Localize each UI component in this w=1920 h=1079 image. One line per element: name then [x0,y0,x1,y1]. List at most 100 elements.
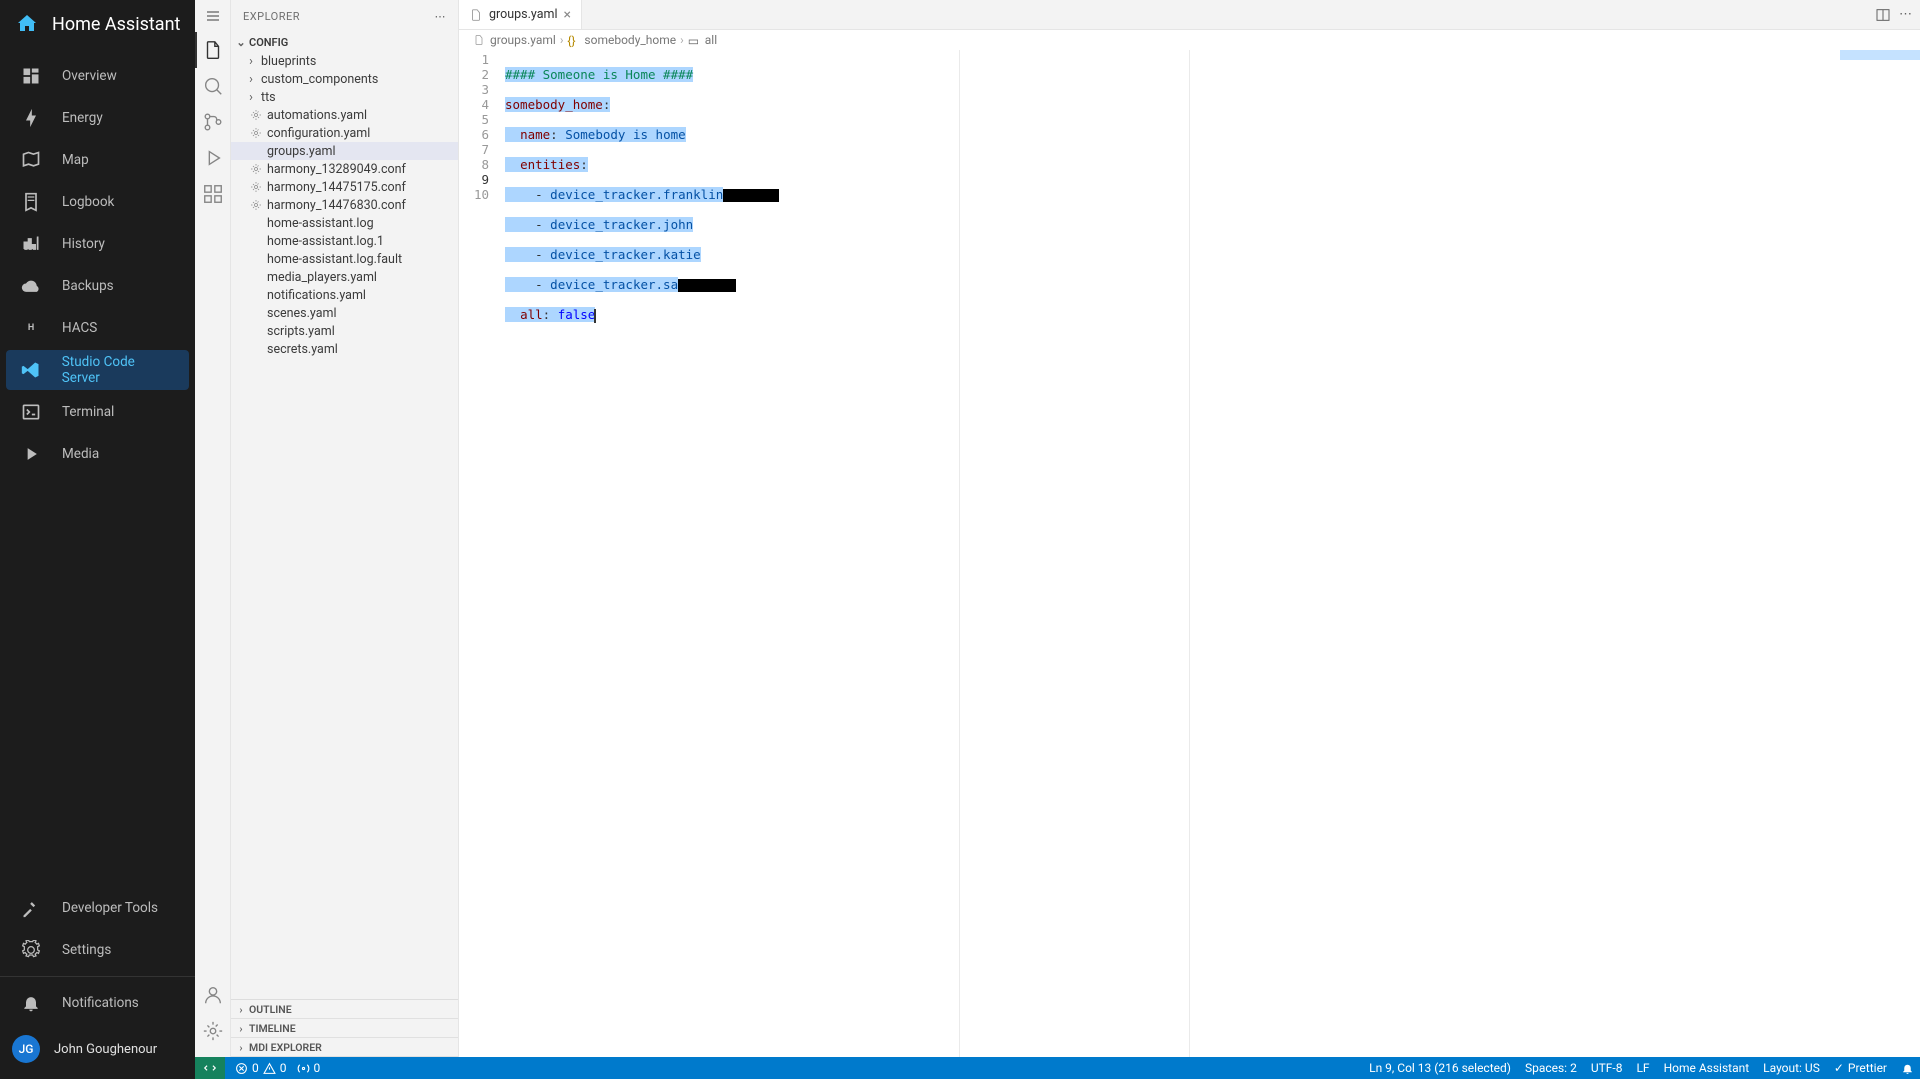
menu-icon[interactable] [205,8,221,24]
tree-item[interactable]: harmony_14476830.conf [231,196,458,214]
status-ports[interactable]: 0 [297,1061,321,1075]
code-text: device_tracker.katie [550,247,701,262]
breadcrumb-item[interactable]: groups.yaml [490,33,556,47]
nav-label: Developer Tools [62,900,158,916]
tree-item[interactable]: ›blueprints [231,52,458,70]
redacted-text [678,279,736,292]
code-content[interactable]: #### Someone is Home #### somebody_home:… [505,50,1920,1057]
nav-settings[interactable]: Settings [6,930,189,970]
nav-hacs[interactable]: HHACS [6,308,189,348]
status-eol[interactable]: LF [1636,1061,1649,1075]
tree-item[interactable]: automations.yaml [231,106,458,124]
status-prettier[interactable]: ✓Prettier [1834,1061,1887,1075]
nav-label: Media [62,446,99,462]
minimap[interactable] [1830,50,1920,1057]
activity-settings[interactable] [195,1013,231,1049]
status-spaces[interactable]: Spaces: 2 [1525,1061,1577,1075]
nav-label: HACS [62,320,97,336]
tree-item[interactable]: harmony_13289049.conf [231,160,458,178]
breadcrumb-item[interactable]: all [705,33,717,47]
nav-label: Map [62,152,89,168]
ha-logo-icon [14,11,40,37]
tree-root[interactable]: ⌄CONFIG [231,32,458,52]
status-bell[interactable] [1901,1062,1914,1075]
explorer-title: EXPLORER [243,10,300,23]
status-language[interactable]: Home Assistant [1664,1061,1750,1075]
tree-item[interactable]: scripts.yaml [231,322,458,340]
gear-icon [249,126,263,140]
activity-explorer[interactable] [195,32,231,68]
activity-extensions[interactable] [195,176,231,212]
tab-bar: groups.yaml × ⋯ [459,0,1920,30]
nav-studio-code[interactable]: Studio Code Server [6,350,189,390]
tree-item[interactable]: configuration.yaml [231,124,458,142]
tab-label: groups.yaml [489,7,558,22]
nav-overview[interactable]: Overview [6,56,189,96]
editor-tab[interactable]: groups.yaml × [459,0,582,29]
mdi-explorer-section[interactable]: ›MDI EXPLORER [231,1038,458,1057]
tree-item[interactable]: notifications.yaml [231,286,458,304]
explorer-more-icon[interactable]: ⋯ [435,10,447,23]
close-icon[interactable]: × [564,7,571,23]
tree-item-label: harmony_14476830.conf [267,198,406,213]
status-problems[interactable]: 0 0 [235,1061,287,1075]
section-label: TIMELINE [249,1022,296,1035]
nav-terminal[interactable]: Terminal [6,392,189,432]
code-area[interactable]: 12345678910 #### Someone is Home #### so… [459,50,1920,1057]
user-name: John Goughenour [54,1042,157,1057]
nav-map[interactable]: Map [6,140,189,180]
activity-search[interactable] [195,68,231,104]
status-encoding[interactable]: UTF-8 [1591,1061,1623,1075]
split-editor-icon[interactable] [1875,7,1891,23]
nav-label: History [62,236,105,252]
activity-debug[interactable] [195,140,231,176]
tree-item-label: harmony_13289049.conf [267,162,406,177]
chevron-right-icon: › [235,1022,247,1034]
tree-item[interactable]: home-assistant.log.1 [231,232,458,250]
nav-media[interactable]: Media [6,434,189,474]
chevron-right-icon: › [560,33,564,47]
bell-icon [20,992,42,1014]
nav-history[interactable]: History [6,224,189,264]
nav-backups[interactable]: Backups [6,266,189,306]
timeline-section[interactable]: ›TIMELINE [231,1019,458,1038]
chevron-right-icon: › [245,55,257,67]
tree-item[interactable]: ›tts [231,88,458,106]
nav-notifications[interactable]: Notifications [6,983,189,1023]
tree-item[interactable]: ›custom_components [231,70,458,88]
status-layout[interactable]: Layout: US [1763,1061,1820,1075]
more-icon[interactable]: ⋯ [1899,7,1912,22]
cloud-icon [20,275,42,297]
tree-item[interactable]: groups.yaml [231,142,458,160]
tree-item[interactable]: media_players.yaml [231,268,458,286]
tree-item[interactable]: secrets.yaml [231,340,458,358]
breadcrumbs[interactable]: groups.yaml › {} somebody_home › ▭ all [459,30,1920,50]
nav-devtools[interactable]: Developer Tools [6,888,189,928]
tree-item-label: configuration.yaml [267,126,370,141]
breadcrumb-item[interactable]: somebody_home [584,33,676,47]
code-text: entities [520,157,580,172]
avatar: JG [12,1035,40,1063]
activity-account[interactable] [195,977,231,1013]
remote-indicator[interactable] [195,1057,225,1079]
chevron-right-icon: › [235,1041,247,1053]
tree-item[interactable]: home-assistant.log.fault [231,250,458,268]
ha-user[interactable]: JG John Goughenour [0,1025,195,1073]
outline-section[interactable]: ›OUTLINE [231,1000,458,1019]
activity-scm[interactable] [195,104,231,140]
code-text: device_tracker.john [550,217,693,232]
divider [0,976,195,977]
code-text: #### Someone is Home #### [505,67,693,82]
tree-item[interactable]: home-assistant.log [231,214,458,232]
code-text: somebody_home [505,97,603,112]
code-text: all [520,307,543,322]
nav-logbook[interactable]: Logbook [6,182,189,222]
nav-energy[interactable]: Energy [6,98,189,138]
tree-item[interactable]: harmony_14475175.conf [231,178,458,196]
symbol-icon: ▭ [688,34,701,47]
tree-item-label: home-assistant.log [267,216,374,231]
ha-nav: Overview Energy Map Logbook History Back… [0,48,195,888]
error-icon [235,1062,248,1075]
tree-item[interactable]: scenes.yaml [231,304,458,322]
status-cursor[interactable]: Ln 9, Col 13 (216 selected) [1369,1061,1511,1075]
